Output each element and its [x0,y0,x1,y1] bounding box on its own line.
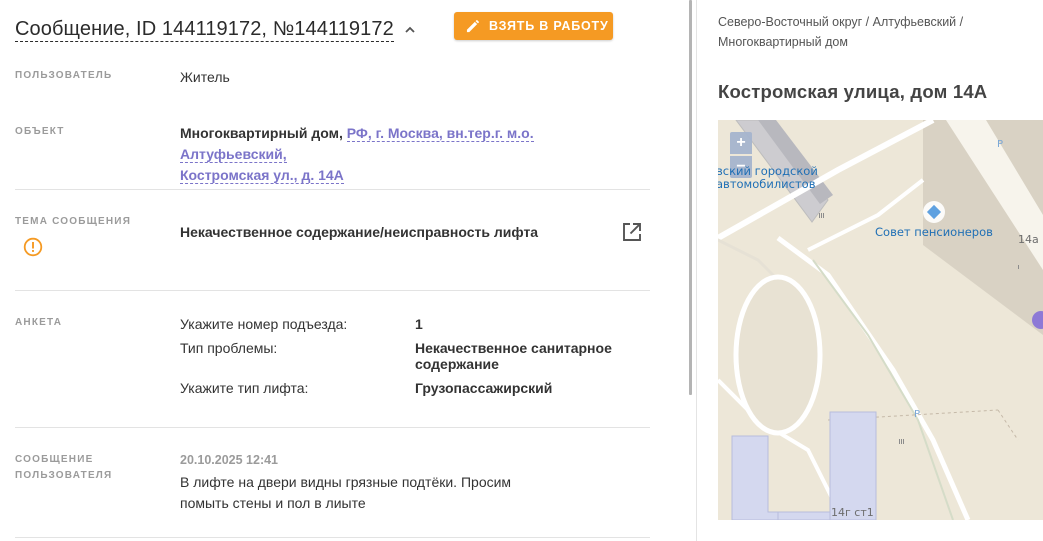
message-label-line2: ПОЛЬЗОВАТЕЛЯ [15,470,113,481]
user-label: ПОЛЬЗОВАТЕЛЬ [15,70,113,81]
parking-icon: P [914,409,921,420]
message-header: Сообщение, ID 144119172, №144119172 [15,14,416,44]
warning-circle-icon [23,237,43,257]
survey-answer: Грузопассажирский [415,380,553,396]
map-house-14g: 14г ст1 [831,506,874,519]
survey-answer: 1 [415,316,423,332]
scrollbar-thumb[interactable] [689,0,692,395]
message-details-panel: Сообщение, ID 144119172, №144119172 ВЗЯТ… [0,0,688,541]
parking-icon: P [997,139,1004,150]
map[interactable]: + − вский городской автомобилистов Совет… [718,120,1043,520]
breadcrumb: Северо-Восточный округ / Алтуфьевский / … [718,12,1018,52]
topic-value: Некачественное содержание/неисправность … [180,224,539,240]
object-value: Многоквартирный дом, РФ, г. Москва, вн.т… [180,123,640,186]
object-type: Многоквартирный дом, [180,125,343,141]
map-label-org-line2: автомобилистов [718,177,816,191]
chevron-up-icon[interactable] [404,24,416,36]
divider [15,427,650,428]
address-title: Костромская улица, дом 14А [718,81,988,102]
survey-question: Тип проблемы: [180,340,278,356]
map-label-org[interactable]: вский городской автомобилистов [718,165,818,191]
survey-question: Укажите номер подъезда: [180,316,348,332]
map-label-council[interactable]: Совет пенсионеров [875,226,993,239]
divider [15,189,650,190]
message-title[interactable]: Сообщение, ID 144119172, №144119172 [15,17,394,42]
divider [15,537,650,538]
take-to-work-button[interactable]: ВЗЯТЬ В РАБОТУ [454,12,613,40]
panel-divider [696,0,697,541]
message-date: 20.10.2025 12:41 [180,453,279,467]
user-value: Житель [180,69,230,85]
map-house-14a: 14а [1018,233,1039,246]
object-address-link-line2[interactable]: Костромская ул., д. 14А [180,167,344,184]
breadcrumb-line1: Северо-Восточный округ / Алтуфьевский / [718,15,964,29]
object-label: ОБЪЕКТ [15,126,65,137]
topic-label: ТЕМА СООБЩЕНИЯ [15,216,132,227]
map-label-org-line1: вский городской [718,164,818,178]
zoom-in-button[interactable]: + [730,132,752,154]
survey-answer: Некачественное санитарное содержание [415,340,612,372]
take-to-work-label: ВЗЯТЬ В РАБОТУ [489,19,609,33]
message-text-line2: помыть стены и пол в лиыте [180,495,366,511]
pencil-icon [466,19,479,32]
survey-label: АНКЕТА [15,317,63,328]
message-text-line1: В лифте на двери видны грязные подтёки. … [180,474,512,490]
survey-question: Укажите тип лифта: [180,380,309,396]
divider [15,290,650,291]
breadcrumb-line2: Многоквартирный дом [718,35,848,49]
external-link-icon[interactable] [621,221,643,243]
